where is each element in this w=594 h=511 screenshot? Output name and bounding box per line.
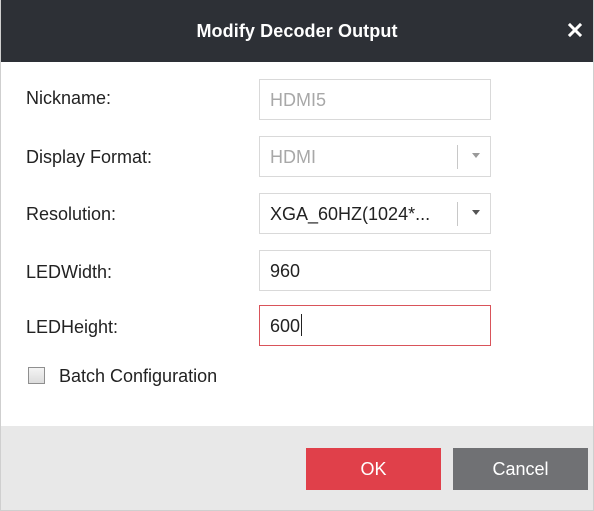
chevron-down-icon (472, 153, 480, 158)
nickname-value: HDMI5 (270, 90, 327, 110)
led-width-input[interactable]: 960 (259, 250, 491, 291)
display-format-select[interactable]: HDMI (259, 136, 491, 177)
resolution-select[interactable]: XGA_60HZ(1024*... (259, 193, 491, 234)
led-height-input[interactable]: 600 (259, 305, 491, 346)
led-width-label: LEDWidth: (26, 262, 113, 282)
close-icon (567, 22, 583, 38)
dialog-title: Modify Decoder Output (196, 21, 398, 41)
resolution-value: XGA_60HZ(1024*... (270, 204, 431, 224)
batch-configuration-label[interactable]: Batch Configuration (59, 364, 217, 388)
resolution-label: Resolution: (26, 204, 117, 224)
cancel-button[interactable]: Cancel (453, 448, 588, 490)
modify-decoder-output-dialog: Modify Decoder Output Nickname: HDMI5 Di… (0, 0, 594, 511)
nickname-input[interactable]: HDMI5 (259, 79, 491, 120)
select-divider (457, 202, 458, 226)
led-width-value: 960 (270, 261, 301, 281)
text-cursor (301, 314, 303, 336)
select-divider (457, 145, 458, 169)
close-button[interactable] (563, 18, 587, 42)
title-bar: Modify Decoder Output (1, 0, 593, 62)
ok-button[interactable]: OK (306, 448, 441, 490)
nickname-label: Nickname: (26, 88, 112, 108)
led-height-label: LEDHeight: (26, 317, 119, 337)
batch-configuration-checkbox[interactable] (28, 367, 45, 384)
led-height-value: 600 (270, 316, 301, 336)
chevron-down-icon (472, 210, 480, 215)
display-format-value: HDMI (270, 147, 316, 167)
display-format-label: Display Format: (26, 147, 153, 167)
